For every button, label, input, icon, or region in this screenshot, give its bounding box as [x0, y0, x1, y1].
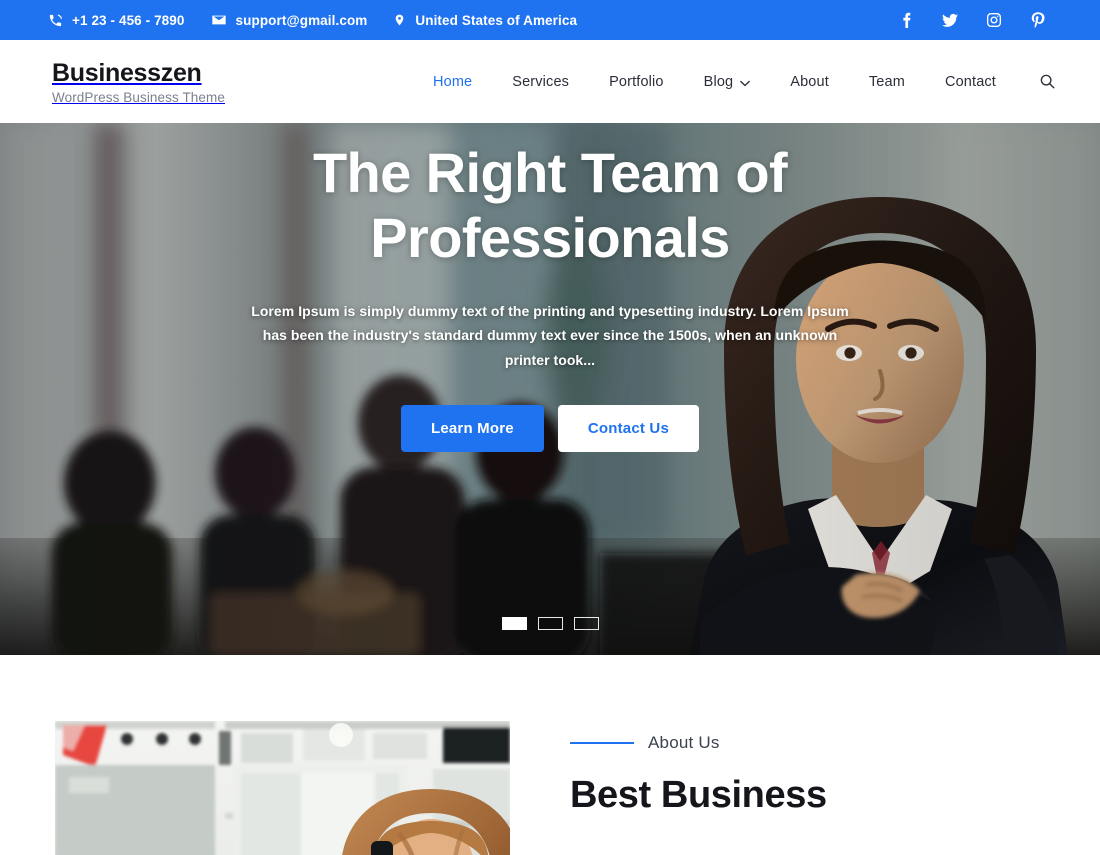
hero-title: The Right Team of Professionals — [312, 141, 788, 269]
about-eyebrow-text: About Us — [648, 733, 720, 752]
topbar-phone[interactable]: +1 23 - 456 - 7890 — [48, 13, 185, 28]
topbar-email[interactable]: support@gmail.com — [211, 12, 368, 28]
topbar-location[interactable]: United States of America — [393, 12, 577, 28]
about-title: Best Business — [570, 774, 827, 816]
hero-slider: The Right Team of Professionals Lorem Ip… — [0, 123, 1100, 655]
nav-label-about: About — [790, 73, 829, 90]
social-links — [898, 11, 1066, 28]
topbar-contact-group: +1 23 - 456 - 7890 support@gmail.com Uni… — [48, 12, 898, 28]
slider-dot-1[interactable] — [501, 617, 527, 630]
nav-item-team[interactable]: Team — [849, 74, 925, 90]
learn-more-button[interactable]: Learn More — [400, 405, 544, 453]
slider-pagination — [0, 617, 1100, 630]
slider-dot-3[interactable] — [573, 617, 599, 630]
topbar-phone-text: +1 23 - 456 - 7890 — [72, 12, 185, 28]
pinterest-icon[interactable] — [1030, 11, 1046, 28]
nav-label-home: Home — [432, 73, 473, 90]
topbar-location-text: United States of America — [415, 12, 578, 28]
phone-icon — [48, 13, 63, 28]
slider-dot-2[interactable] — [537, 617, 563, 630]
facebook-icon[interactable] — [898, 12, 914, 28]
about-image — [55, 721, 510, 855]
topbar-email-text: support@gmail.com — [235, 12, 368, 28]
nav-label-team: Team — [868, 73, 905, 90]
nav-label-services: Services — [512, 73, 570, 90]
nav-label-contact: Contact — [944, 73, 996, 90]
site-logo[interactable]: Businesszen WordPress Business Theme — [52, 59, 225, 105]
hero-cta-group: Learn More Contact Us — [400, 405, 700, 453]
about-eyebrow: About Us — [570, 733, 1060, 753]
nav-item-contact[interactable]: Contact — [925, 74, 1016, 90]
brand-subtitle: WordPress Business Theme — [52, 89, 225, 105]
brand-title: Businesszen — [52, 58, 202, 87]
nav-item-blog[interactable]: Blog — [684, 73, 771, 91]
site-header: Businesszen WordPress Business Theme Hom… — [0, 40, 1100, 123]
main-navigation: Home Services Portfolio Blog About Team … — [413, 69, 1066, 95]
search-icon[interactable] — [1034, 69, 1060, 95]
nav-label-blog: Blog — [703, 73, 734, 90]
instagram-icon[interactable] — [986, 12, 1002, 28]
nav-item-home[interactable]: Home — [413, 74, 492, 90]
hero-paragraph: Lorem Ipsum is simply dummy text of the … — [251, 302, 849, 368]
contact-us-button[interactable]: Contact Us — [557, 405, 700, 453]
top-contact-bar: +1 23 - 456 - 7890 support@gmail.com Uni… — [0, 0, 1100, 40]
chevron-down-icon — [740, 75, 751, 91]
location-pin-icon — [393, 12, 406, 28]
nav-item-about[interactable]: About — [770, 74, 849, 90]
eyebrow-rule — [570, 742, 634, 744]
mail-icon — [211, 12, 227, 28]
nav-item-portfolio[interactable]: Portfolio — [589, 74, 684, 90]
nav-label-portfolio: Portfolio — [609, 73, 664, 90]
nav-item-services[interactable]: Services — [492, 74, 589, 90]
about-section: About Us Best Business — [0, 655, 1100, 855]
twitter-icon[interactable] — [942, 12, 958, 28]
